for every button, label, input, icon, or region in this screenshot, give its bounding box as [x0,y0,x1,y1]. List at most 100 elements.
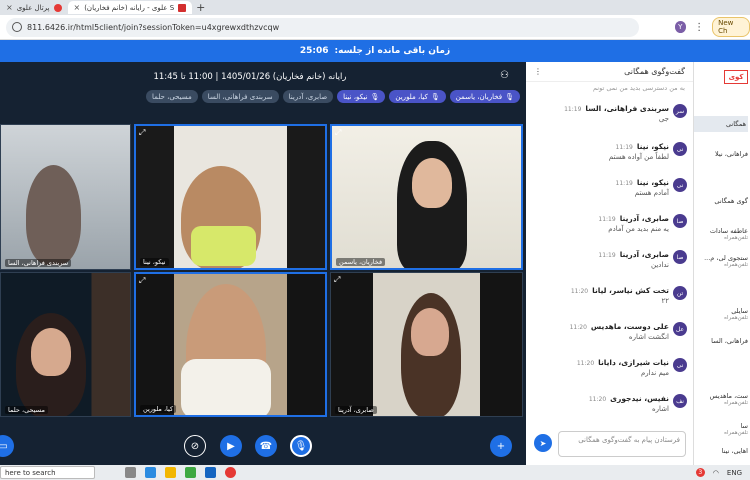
chat-options-icon[interactable]: ⋮ [534,67,542,76]
language-indicator[interactable]: ENG [727,469,742,477]
chat-message: صا صابری، آدرینا11:19 یه منم بدید من آماد… [531,214,687,233]
system-tray: 3 ◠ ENG [695,468,742,477]
sender-name: سربندی فراهانی، السا [585,104,669,113]
presentation-button[interactable]: ▭ [0,435,14,457]
chat-message: نی نیکو، نینا11:19 آمادم هستم [531,178,687,197]
participant-name: مسیحی، حلما [5,406,48,414]
sender-name: نیکو، نینا [636,178,669,187]
task-view-icon[interactable] [125,467,136,478]
list-item[interactable]: سایلی تلفن‌همراه [694,307,748,321]
video-tile[interactable]: مسیحی، حلما [0,272,131,417]
url-field[interactable]: 811.6426.ir/html5client/join?sessionToke… [6,17,639,37]
video-tile[interactable]: ⤢ فخاریان، یاسمن [330,124,523,270]
file-explorer-icon[interactable] [165,467,176,478]
message-text: آمادم هستم [634,189,669,197]
mail-icon[interactable] [205,467,216,478]
participant-name: فخاریان، یاسمن [336,258,386,266]
list-item[interactable]: عاطفه سادات تلفن‌همراه [694,227,748,241]
send-icon[interactable]: ➤ [534,434,552,452]
list-item[interactable]: ست، ماهدیس تلفن‌همراه [694,392,748,406]
message-time: 11:20 [570,288,589,295]
expand-icon[interactable]: ⤢ [139,128,145,138]
avatar: صا [673,250,687,264]
tab-meeting[interactable]: × علوی - رایانه (خانم فخاریان) S [67,1,193,14]
participant-name: کیا، ملورین [140,405,177,413]
talking-indicators: 🎙 فخاریان، یاسمن 🎙 کیا، ملورین 🎙 نیکو، نینا… [80,90,520,103]
microphone-button[interactable]: 🎙 [290,435,312,457]
video-tile[interactable]: ⤢ کیا، ملورین [134,272,327,417]
avatar: نی [673,358,687,372]
message-text: لطفاً من آواده هستم [608,153,669,161]
shirt [191,226,256,266]
public-chat-panel: گفت‌وگوی همگانی ⋮ به من دسترسی بدید من ن… [526,62,694,465]
face [411,308,449,356]
meeting-controls: ▭ ⊘ ▶ ☎ 🎙 + [0,435,526,463]
wifi-icon[interactable]: ◠ [713,469,719,477]
mic-icon: 🎙 [430,92,440,101]
new-chrome-button[interactable]: New Ch [712,17,750,37]
message-text: اشاره [652,405,669,413]
favicon-icon [178,3,187,12]
list-item[interactable]: فراهانی، نیلا [694,150,748,158]
expand-icon[interactable]: ⤢ [139,276,145,286]
list-item[interactable]: اهایی، نینا [694,447,748,455]
chip-speaker[interactable]: مسیحی، حلما [146,90,198,103]
participant-name: صابری، آدرینا [335,406,377,414]
participants-icon[interactable]: ⚇ [500,70,509,81]
timer-value: 25:06 [299,46,329,56]
close-icon[interactable]: × [74,3,81,12]
sender-name: علی دوست، ماهدیس [590,322,669,331]
chip-speaker[interactable]: 🎙 نیکو، نینا [337,90,386,103]
chat-message: نی نیکو، نینا11:19 لطفاً من آواده هستم [531,142,687,161]
menu-icon[interactable]: ⋮ [694,22,704,33]
sender-name: نیکو، نینا [636,142,669,151]
actions-plus-button[interactable]: + [490,435,512,457]
video-tile[interactable]: ⤢ نیکو، نینا [134,124,327,270]
chat-message: نف نفیس، نیدجوری11:20 اشاره [531,394,687,413]
list-item[interactable]: سا تلفن‌همراه [694,422,748,436]
address-bar-row: 811.6426.ir/html5client/join?sessionToke… [0,15,750,40]
chip-speaker[interactable]: سربندی فراهانی، السا [201,90,279,103]
list-item[interactable]: ستجوی لی، م... تلفن‌همراه [694,254,748,268]
mic-icon: 🎙 [505,92,514,101]
participant-name: نیکو، نینا [140,258,169,266]
face [31,328,71,376]
screen-share-off-button[interactable]: ⊘ [184,435,206,457]
avatar: نی [673,178,687,192]
new-tab-button[interactable]: + [196,1,205,14]
expand-icon[interactable]: ⤢ [334,275,340,285]
chrome-icon[interactable] [225,467,236,478]
message-text: انگشت اشاره [628,333,669,341]
message-text: ندادین [651,261,669,269]
taskbar-search[interactable]: here to search [0,466,95,479]
tab-portal[interactable]: × پرتال علوی [0,1,68,14]
chat-message: عل علی دوست، ماهدیس11:20 انگشت اشاره [531,322,687,341]
video-tile[interactable]: ⤢ صابری، آدرینا [330,272,523,417]
message-text: ۲۲ [661,297,669,305]
face [412,158,452,208]
message-time: 11:20 [569,324,587,331]
sender-name: تخت کش نیاسر، لیانا [592,286,669,295]
site-info-icon[interactable] [12,22,22,32]
store-icon[interactable] [185,467,196,478]
timer-label: زمان باقی مانده از جلسه: [334,46,451,56]
edge-icon[interactable] [145,467,156,478]
chip-speaker[interactable]: صابری، آدرینا [282,90,334,103]
chip-speaker[interactable]: 🎙 فخاریان، یاسمن [449,90,520,103]
expand-icon[interactable]: ⤢ [335,128,341,138]
chat-message-input[interactable]: فرستادن پیام به گفت‌وگوی همگانی [558,431,686,457]
avatar: نف [673,394,687,408]
brand-logo: کوی [724,70,748,84]
url-text: 811.6426.ir/html5client/join?sessionToke… [27,22,280,32]
leave-audio-button[interactable]: ☎ [255,435,277,457]
camera-button[interactable]: ▶ [220,435,242,457]
list-item[interactable]: همگانی [694,116,748,132]
windows-taskbar: here to search 3 ◠ ENG [0,465,750,480]
close-icon[interactable]: × [6,3,13,12]
message-time: 11:19 [564,106,582,113]
list-item[interactable]: فراهانی، السا [694,337,748,345]
profile-avatar[interactable]: Y [674,21,687,33]
list-item[interactable]: گوی همگانی [694,197,748,205]
video-tile[interactable]: سربندی فراهانی، السا [0,124,131,270]
chip-speaker[interactable]: 🎙 کیا، ملورین [389,90,446,103]
